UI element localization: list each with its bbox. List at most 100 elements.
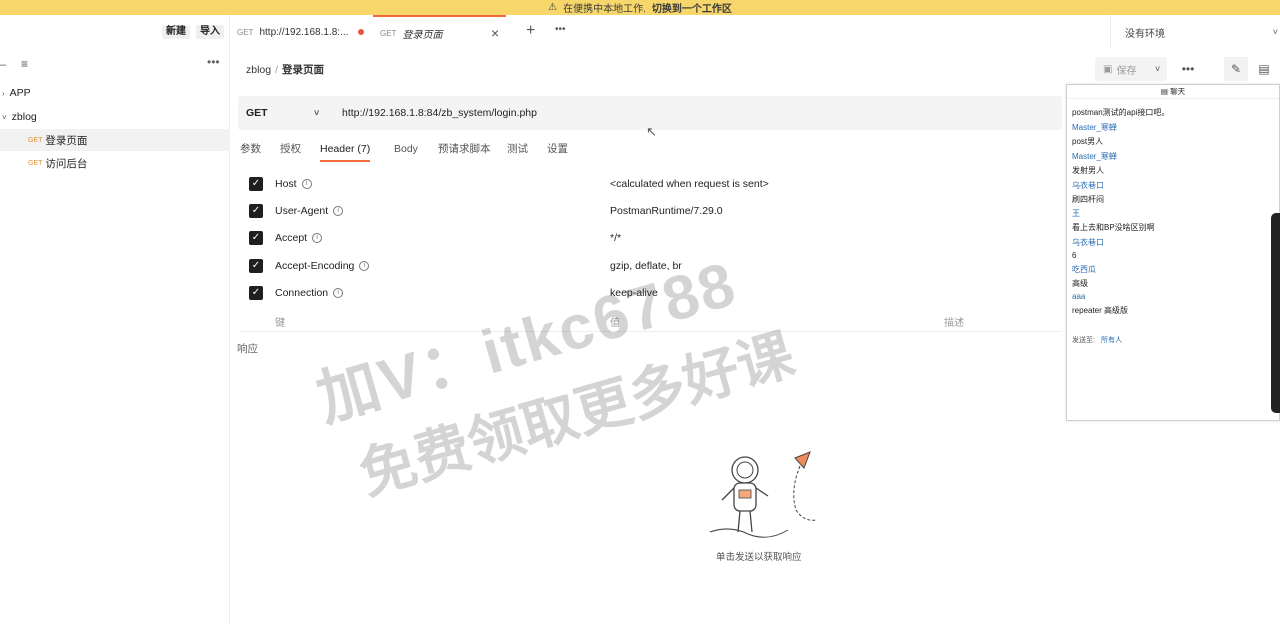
- tab-body[interactable]: Body: [394, 138, 418, 162]
- method-badge: GET: [28, 136, 43, 144]
- close-icon[interactable]: ×: [491, 25, 499, 41]
- sidebar-item-admin[interactable]: GET 访问后台: [0, 152, 230, 174]
- header-key-text: Accept: [275, 231, 308, 244]
- header-value: */*: [610, 231, 622, 244]
- info-icon[interactable]: i: [333, 205, 344, 216]
- more-icon[interactable]: •••: [555, 24, 566, 35]
- unsaved-dot-icon: [358, 29, 365, 35]
- value-placeholder[interactable]: 值: [610, 314, 620, 329]
- filter-icon[interactable]: ≡: [21, 57, 28, 71]
- chat-message: 刷四杆闷: [1072, 195, 1104, 204]
- sidebar-item-zblog[interactable]: ˅ zblog: [0, 106, 230, 128]
- checkbox-checked[interactable]: ✓: [249, 203, 263, 218]
- chat-sender: 乌衣巷口: [1072, 181, 1104, 190]
- method-select[interactable]: GET ˅: [238, 96, 330, 130]
- chat-message: 6: [1072, 251, 1077, 260]
- cursor-icon: ↖: [646, 124, 657, 139]
- tab-label: 登录页面: [402, 29, 443, 41]
- switch-workspace-link[interactable]: 切换到一个工作区: [652, 0, 732, 15]
- sidebar-item-label: 访问后台: [45, 157, 88, 170]
- banner-text: 在便携中本地工作.: [563, 4, 646, 15]
- chat-panel: ▤ 聊天 postman测试的api接口吧。 Master_寒蝉 post男人 …: [1066, 84, 1280, 421]
- environment-label: 没有环境: [1125, 28, 1165, 40]
- chevron-down-icon: ˅: [1272, 27, 1278, 37]
- save-label: 保存: [1116, 65, 1137, 77]
- tab-tests[interactable]: 测试: [507, 138, 528, 162]
- method-label: GET: [380, 28, 397, 38]
- chat-message: 发射男人: [1072, 166, 1104, 175]
- tab-headers[interactable]: Header (7): [320, 138, 371, 162]
- sidebar-item-label: zblog: [11, 111, 37, 123]
- import-button[interactable]: 导入: [196, 25, 224, 39]
- header-key: Host i: [275, 178, 312, 190]
- chat-message: postman测试的api接口吧。: [1072, 108, 1170, 117]
- new-button[interactable]: 新建: [162, 25, 190, 39]
- sidebar-item-login-page[interactable]: GET 登录页面: [0, 129, 230, 151]
- info-icon[interactable]: i: [359, 260, 370, 271]
- save-button[interactable]: ▣ 保存 ˅: [1095, 57, 1167, 81]
- tab-login-page[interactable]: GET 登录页面 ×: [373, 15, 506, 49]
- method-value: GET: [246, 107, 268, 119]
- tab-pre-request-script[interactable]: 预请求脚本: [438, 138, 491, 162]
- chat-sender: Master_寒蝉: [1072, 123, 1117, 132]
- chat-sender: 王: [1072, 209, 1080, 218]
- chat-icon: ▤: [1160, 87, 1171, 96]
- more-icon[interactable]: •••: [207, 55, 220, 69]
- method-badge: GET: [28, 159, 43, 167]
- chat-sender: Master_寒蝉: [1072, 152, 1117, 161]
- chevron-down-icon[interactable]: ˅: [1155, 64, 1160, 74]
- send-to-select[interactable]: 所有人: [1101, 337, 1122, 344]
- header-value: <calculated when request is sent>: [610, 177, 769, 190]
- header-key-text: Host: [275, 177, 297, 190]
- response-label: 响应: [237, 343, 258, 355]
- url-input[interactable]: http://192.168.1.8:84/zb_system/login.ph…: [342, 96, 537, 130]
- sidebar: 新建 导入 – ≡ ••• › APP ˅ zblog GET 登录页面 GET…: [0, 15, 230, 624]
- environment-select[interactable]: 没有环境 ˅: [1110, 15, 1280, 49]
- astronaut-illustration: [709, 451, 817, 538]
- header-row: ✓ Host i <calculated when request is sent…: [240, 170, 1062, 197]
- info-icon[interactable]: i: [312, 232, 323, 243]
- scrollbar[interactable]: [1271, 213, 1280, 413]
- tab-params[interactable]: 参数: [240, 138, 261, 162]
- send-to-label: 发送至:: [1072, 337, 1095, 344]
- chat-sender: 吃西瓜: [1072, 265, 1096, 274]
- edit-icon[interactable]: ✎: [1224, 57, 1248, 81]
- more-icon[interactable]: •••: [1176, 57, 1200, 81]
- breadcrumb-parent[interactable]: zblog: [246, 64, 271, 76]
- workspace-banner: ⚠ 在便携中本地工作. 切换到一个工作区: [0, 0, 1280, 15]
- sidebar-item-label: APP: [9, 87, 31, 99]
- add-icon[interactable]: –: [0, 59, 6, 71]
- breadcrumb: zblog / 登录页面: [246, 62, 324, 77]
- sidebar-header: 新建 导入: [0, 15, 230, 49]
- description-placeholder[interactable]: 描述: [944, 314, 964, 329]
- header-row: ✓ Accept i */*: [240, 224, 1062, 251]
- header-new-row: 键 值 描述: [240, 310, 1062, 332]
- method-label: GET: [237, 27, 254, 37]
- header-key-text: Connection: [275, 286, 329, 299]
- tab-settings[interactable]: 设置: [547, 138, 568, 162]
- checkbox-checked[interactable]: ✓: [249, 285, 263, 300]
- chat-title: ▤ 聊天: [1067, 85, 1279, 99]
- checkbox-checked[interactable]: ✓: [249, 258, 263, 273]
- header-key: User-Agent i: [275, 204, 344, 217]
- add-tab-icon[interactable]: +: [526, 22, 535, 40]
- info-icon[interactable]: i: [301, 178, 312, 189]
- header-key-text: User-Agent: [275, 204, 329, 217]
- key-placeholder[interactable]: 键: [275, 314, 285, 329]
- comment-icon[interactable]: ▤: [1252, 57, 1276, 81]
- sidebar-item-app[interactable]: › APP: [0, 82, 230, 104]
- sidebar-item-label: 登录页面: [45, 134, 88, 147]
- header-value: gzip, deflate, br: [610, 259, 682, 272]
- chevron-down-icon: ˅: [314, 108, 320, 118]
- save-icon: ▣: [1103, 63, 1113, 75]
- info-icon[interactable]: i: [333, 287, 344, 298]
- header-row: ✓ Connection i keep-alive: [240, 279, 1062, 306]
- tab-auth[interactable]: 授权: [280, 138, 301, 162]
- tab-request-url[interactable]: GET http://192.168.1.8:...: [237, 15, 365, 49]
- checkbox-checked[interactable]: ✓: [249, 176, 263, 191]
- chat-message: 高级: [1072, 279, 1088, 288]
- chevron-down-icon: ˅: [2, 112, 7, 122]
- header-key: Accept-Encoding i: [275, 259, 370, 272]
- checkbox-checked[interactable]: ✓: [249, 230, 263, 245]
- header-key-text: Accept-Encoding: [275, 259, 355, 272]
